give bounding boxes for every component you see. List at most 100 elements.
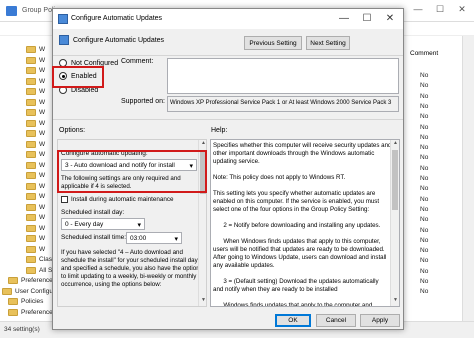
- folder-icon: [26, 98, 36, 106]
- settings-count: 34 setting(s): [4, 326, 40, 333]
- scroll-thumb[interactable]: [392, 150, 398, 210]
- options-paragraph: If you have selected "4 – Auto download …: [61, 249, 200, 288]
- dropdown-value: 0 - Every day: [65, 221, 104, 228]
- comment-label: Comment:: [121, 58, 154, 65]
- folder-icon: [2, 287, 12, 295]
- folder-icon: [26, 77, 36, 85]
- scheduled-day-label: Scheduled install day:: [61, 209, 125, 216]
- checkbox-label: Install during automatic maintenance: [71, 196, 174, 203]
- folder-icon: [26, 130, 36, 137]
- tree-item-label: Policies: [21, 298, 44, 305]
- dialog-title: Configure Automatic Updates: [71, 15, 163, 22]
- comment-column-header[interactable]: Comment: [410, 50, 438, 57]
- scheduled-time-dropdown[interactable]: 03:00 ▾: [126, 232, 182, 244]
- cancel-button[interactable]: Cancel: [316, 314, 356, 327]
- tree-item-label: W: [39, 119, 46, 127]
- scheduled-day-dropdown[interactable]: 0 - Every day ▾: [61, 218, 145, 230]
- next-setting-button[interactable]: Next Setting: [306, 36, 350, 50]
- tree-item-label: W: [39, 151, 46, 158]
- folder-icon: [26, 161, 36, 169]
- tree-item[interactable]: W: [26, 244, 45, 255]
- folder-icon: [26, 224, 36, 232]
- tree-item-label: W: [39, 130, 46, 137]
- folder-icon: [26, 88, 36, 95]
- comment-textarea[interactable]: [167, 58, 399, 94]
- tree-item-label: W: [39, 214, 46, 221]
- checkbox[interactable]: [61, 196, 68, 203]
- setting-header: Configure Automatic Updates: [73, 37, 165, 44]
- status-cell: No: [420, 226, 429, 234]
- maximize-icon[interactable]: ☐: [356, 11, 378, 27]
- tree-item[interactable]: W: [26, 65, 45, 76]
- tree-item[interactable]: W: [26, 202, 45, 213]
- scroll-up-icon[interactable]: ▲: [391, 140, 399, 148]
- folder-icon: [26, 193, 36, 200]
- tree-item[interactable]: W: [26, 160, 45, 171]
- status-cell: No: [420, 247, 429, 255]
- folder-icon: [26, 235, 36, 242]
- previous-setting-button[interactable]: Previous Setting: [244, 36, 302, 50]
- status-cell: No: [420, 72, 429, 79]
- folder-icon: [26, 109, 36, 116]
- minimize-icon[interactable]: —: [333, 11, 355, 27]
- status-cell: No: [420, 164, 429, 172]
- status-cell: No: [420, 82, 429, 90]
- folder-icon: [26, 140, 36, 148]
- tree-item[interactable]: Preferences: [8, 307, 56, 318]
- chevron-down-icon: ▾: [174, 236, 178, 243]
- folder-icon: [8, 308, 18, 316]
- minimize-icon[interactable]: —: [410, 4, 426, 16]
- status-cell: No: [420, 267, 429, 275]
- status-cell: No: [420, 195, 429, 203]
- folder-icon: [26, 245, 36, 253]
- background-scrollbar[interactable]: [462, 36, 474, 321]
- scroll-down-icon[interactable]: ▼: [391, 297, 399, 305]
- tree-item-label: W: [39, 172, 46, 179]
- folder-icon: [26, 56, 36, 64]
- tree-item[interactable]: W: [26, 97, 45, 108]
- folder-icon: [26, 151, 36, 158]
- tree-item[interactable]: W: [26, 118, 45, 129]
- tree-item[interactable]: W: [26, 170, 45, 181]
- status-cell: No: [420, 205, 429, 213]
- scroll-up-icon[interactable]: ▲: [199, 140, 206, 148]
- folder-icon: [8, 277, 18, 284]
- status-cell: No: [420, 123, 429, 131]
- tree-item-label: W: [39, 67, 46, 74]
- tree-item[interactable]: W: [26, 191, 45, 202]
- tree-item[interactable]: Policies: [8, 296, 43, 307]
- status-cell: No: [420, 133, 429, 141]
- scroll-down-icon[interactable]: ▼: [199, 297, 206, 305]
- tree-item[interactable]: W: [26, 55, 45, 66]
- tree-item[interactable]: W: [26, 44, 45, 55]
- help-scrollbar[interactable]: ▲ ▼: [390, 140, 399, 306]
- tree-item[interactable]: W: [26, 86, 45, 97]
- options-label: Options:: [59, 127, 86, 134]
- tree-item[interactable]: Class: [26, 254, 55, 265]
- maximize-icon[interactable]: ☐: [432, 4, 448, 16]
- tree-item[interactable]: W: [26, 107, 45, 118]
- tree-item[interactable]: W: [26, 76, 45, 87]
- status-cell: No: [420, 102, 429, 110]
- setting-icon: [59, 35, 69, 45]
- tree-item[interactable]: W: [26, 223, 45, 234]
- tree-item-label: W: [39, 77, 46, 85]
- status-cell: No: [420, 144, 429, 152]
- tree-item[interactable]: W: [26, 233, 45, 244]
- close-icon[interactable]: ✕: [454, 4, 470, 16]
- tree-item[interactable]: W: [26, 149, 45, 160]
- configure-automatic-updates-dialog: Configure Automatic Updates — ☐ ✕ Config…: [52, 8, 404, 330]
- tree-item[interactable]: Preferences: [8, 275, 56, 286]
- tree-item[interactable]: W: [26, 212, 45, 223]
- tree-item[interactable]: W: [26, 139, 45, 150]
- tree-item-label: W: [39, 193, 46, 200]
- ok-button[interactable]: OK: [275, 314, 311, 327]
- install-maintenance-checkbox[interactable]: Install during automatic maintenance: [61, 196, 174, 203]
- tree-item[interactable]: User Configurat: [2, 286, 57, 297]
- tree-item[interactable]: W: [26, 181, 45, 192]
- apply-button[interactable]: Apply: [360, 314, 400, 327]
- folder-icon: [8, 298, 18, 305]
- tree-item[interactable]: W: [26, 128, 45, 139]
- tree-item-label: W: [39, 224, 46, 232]
- close-icon[interactable]: ✕: [379, 11, 401, 27]
